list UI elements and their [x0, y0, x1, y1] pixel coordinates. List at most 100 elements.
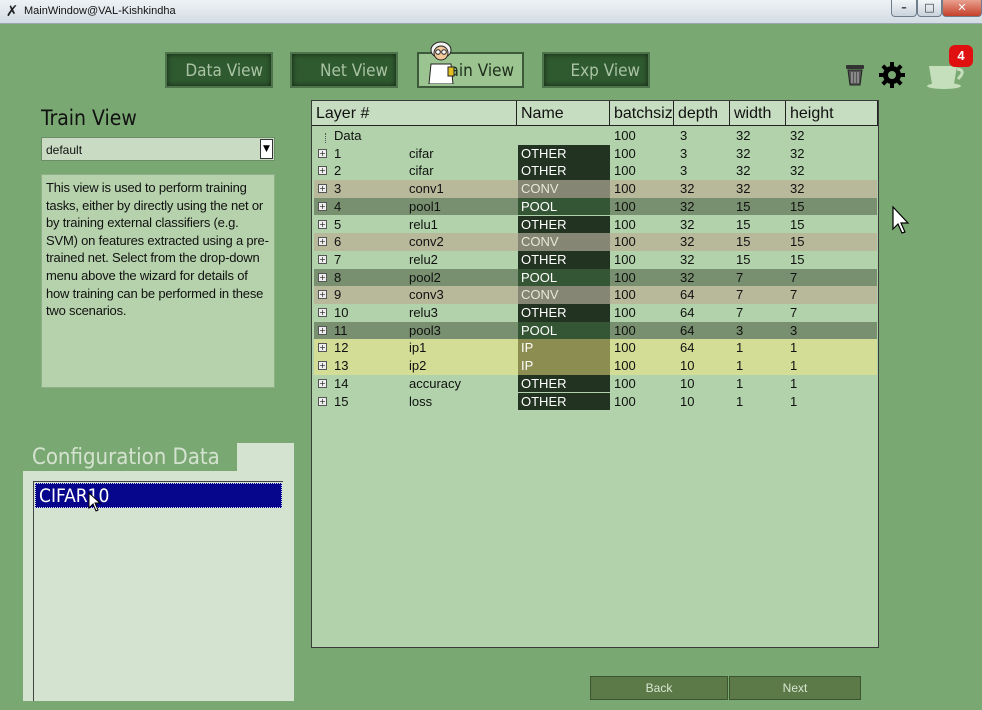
cell-depth: 32 — [680, 234, 695, 250]
expand-icon[interactable]: + — [318, 343, 327, 353]
tab-train-view[interactable]: Train View — [417, 41, 524, 88]
configuration-title: Configuration Data — [23, 443, 237, 471]
back-button[interactable]: Back — [590, 676, 728, 700]
header-layer[interactable]: Layer # — [312, 101, 517, 126]
gear-icon[interactable] — [878, 61, 906, 89]
header-name[interactable]: Name — [517, 101, 610, 126]
layer-name: cifar — [409, 163, 434, 179]
configuration-item[interactable]: CIFAR10 — [35, 483, 282, 508]
expand-icon[interactable]: + — [318, 396, 327, 406]
table-row[interactable]: +6 conv2 CONV 100 32 15 15 — [314, 233, 877, 251]
table-row-data[interactable]: Data 100 3 32 32 — [314, 127, 877, 145]
header-height[interactable]: height — [786, 101, 878, 126]
layer-name: accuracy — [409, 375, 462, 391]
cell-depth: 10 — [680, 375, 695, 391]
table-row[interactable]: +10 relu3 OTHER 100 64 7 7 — [314, 304, 877, 322]
cell-width: 7 — [736, 305, 744, 320]
layer-index: 3 — [334, 181, 342, 197]
table-row[interactable]: +13 ip2 IP 100 10 1 1 — [314, 357, 877, 375]
cell-width: 7 — [736, 287, 744, 303]
expand-icon[interactable]: + — [318, 272, 327, 282]
expand-icon[interactable]: + — [318, 378, 327, 388]
expand-icon[interactable]: + — [318, 148, 327, 158]
cell-width: 15 — [736, 251, 751, 267]
notification-badge[interactable]: 4 — [949, 45, 973, 67]
cell-width: 1 — [736, 340, 744, 356]
table-row[interactable]: +14 accuracy OTHER 100 10 1 1 — [314, 374, 877, 393]
cell-batch: 100 — [614, 322, 636, 338]
layer-index: 10 — [334, 305, 349, 320]
layer-index: 15 — [334, 393, 349, 409]
layer-name: ip2 — [409, 358, 427, 374]
minimize-button[interactable]: – — [891, 0, 917, 17]
layer-name: pool2 — [409, 269, 441, 285]
layer-index: 1 — [334, 145, 342, 161]
cell-height: 7 — [790, 305, 798, 320]
layer-index: 4 — [334, 198, 342, 214]
header-width[interactable]: width — [730, 101, 786, 126]
table-row[interactable]: +4 pool1 POOL 100 32 15 15 — [314, 197, 877, 216]
header-depth[interactable]: depth — [674, 101, 730, 126]
expand-icon[interactable]: + — [318, 254, 327, 264]
cell-batch: 100 — [614, 198, 636, 214]
layer-name: pool3 — [409, 322, 441, 338]
layer-type: OTHER — [518, 250, 610, 269]
cell-width: 15 — [736, 216, 751, 232]
cell-depth: 32 — [680, 251, 695, 267]
layer-name: conv3 — [409, 287, 444, 303]
header-batchsize[interactable]: batchsiz — [610, 101, 674, 126]
table-row[interactable]: +8 pool2 POOL 100 32 7 7 — [314, 268, 877, 287]
configuration-panel: Configuration Data CIFAR10 — [23, 443, 294, 701]
x11-logo-icon: ✗ — [5, 2, 19, 20]
cell-height: 15 — [790, 216, 805, 232]
cell-height: 15 — [790, 234, 805, 250]
table-row[interactable]: +15 loss OTHER 100 10 1 1 — [314, 392, 877, 411]
cell-batch: 100 — [614, 163, 636, 179]
expand-icon[interactable]: + — [318, 361, 327, 371]
table-row[interactable]: +5 relu1 OTHER 100 32 15 15 — [314, 215, 877, 234]
layer-name: relu2 — [409, 251, 438, 267]
table-row[interactable]: +1 cifar OTHER 100 3 32 32 — [314, 144, 877, 163]
cell-depth: 64 — [680, 287, 695, 303]
window-titlebar: ✗ MainWindow@VAL-Kishkindha – □ ✕ — [0, 0, 982, 24]
cell-height: 1 — [790, 358, 798, 374]
tab-data-view[interactable]: Data View — [165, 52, 273, 88]
table-row[interactable]: +11 pool3 POOL 100 64 3 3 — [314, 321, 877, 340]
table-header: Layer # Name batchsiz depth width height — [312, 101, 878, 126]
close-button[interactable]: ✕ — [942, 0, 982, 17]
layer-name: loss — [409, 393, 433, 409]
view-mode-dropdown[interactable]: default ▼ — [41, 137, 275, 161]
next-button[interactable]: Next — [729, 676, 861, 700]
expand-icon[interactable]: + — [318, 166, 327, 176]
table-row[interactable]: +7 relu2 OTHER 100 32 15 15 — [314, 250, 877, 269]
layers-table[interactable]: Layer # Name batchsiz depth width height… — [311, 100, 879, 648]
layer-type: POOL — [518, 197, 610, 216]
expand-icon[interactable]: + — [318, 308, 327, 317]
layer-type: IP — [518, 339, 610, 358]
cell-depth: 32 — [680, 198, 695, 214]
mouse-cursor-icon — [892, 205, 910, 234]
cell-depth: 3 — [680, 145, 688, 161]
table-row[interactable]: +3 conv1 CONV 100 32 32 32 — [314, 180, 877, 198]
layer-name: conv2 — [409, 234, 444, 250]
expand-icon[interactable]: + — [318, 290, 327, 300]
expand-icon[interactable]: + — [318, 201, 327, 211]
maximize-button[interactable]: □ — [917, 0, 942, 17]
table-row[interactable]: +9 conv3 CONV 100 64 7 7 — [314, 286, 877, 304]
table-row[interactable]: +12 ip1 IP 100 64 1 1 — [314, 339, 877, 358]
tree-line — [325, 133, 326, 143]
table-row[interactable]: +2 cifar OTHER 100 3 32 32 — [314, 162, 877, 181]
chevron-down-icon[interactable]: ▼ — [260, 139, 273, 159]
tab-net-view[interactable]: Net View — [290, 52, 398, 88]
tab-exp-view[interactable]: Exp View — [542, 52, 650, 88]
expand-icon[interactable]: + — [318, 219, 327, 229]
layer-name: ip1 — [409, 340, 427, 356]
configuration-list[interactable]: CIFAR10 — [33, 481, 283, 701]
layer-type: OTHER — [518, 374, 610, 393]
layer-index: 11 — [334, 322, 348, 338]
expand-icon[interactable]: + — [318, 237, 327, 247]
trash-icon[interactable] — [844, 62, 866, 86]
expand-icon[interactable]: + — [318, 325, 327, 335]
cell-batch: 100 — [614, 269, 636, 285]
expand-icon[interactable]: + — [318, 184, 327, 194]
